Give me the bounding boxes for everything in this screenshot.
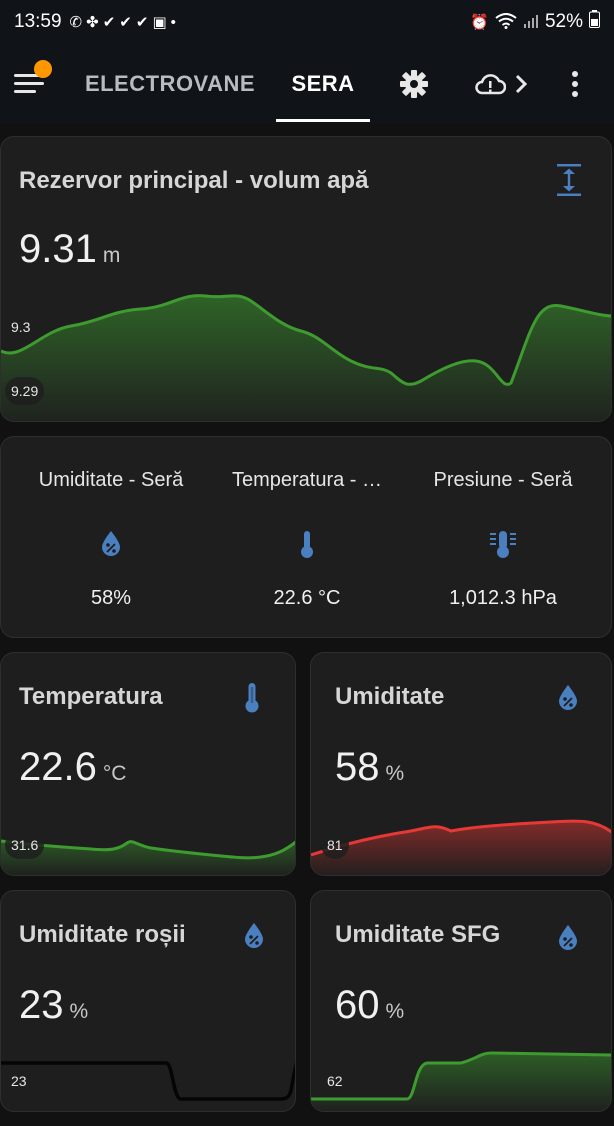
reservoir-value-unit: m [102, 244, 121, 267]
tomato-humidity-axis-label: 23 [5, 1067, 33, 1095]
temperature-axis-label: 31.6 [5, 831, 45, 859]
expand-vertical-icon [555, 163, 583, 202]
wifi-icon [495, 12, 517, 32]
tomato-humidity-value-number: 23 [19, 983, 64, 1027]
alarm-icon: ⏰ [470, 13, 489, 31]
sfg-humidity-value-unit: % [385, 1000, 405, 1023]
teams-icon: ▣ [152, 13, 167, 31]
thermometer-icon [205, 529, 409, 559]
check-icon: ✔ [135, 13, 149, 31]
tomato-humidity-value-unit: % [69, 1000, 89, 1023]
whatsapp-icon: ✆ [69, 13, 83, 31]
status-bar: 13:59 ✆ ✤ ✔ ✔ ✔ ▣ • ⏰ 52% [0, 0, 614, 44]
cloud-alert-icon[interactable] [472, 64, 508, 104]
tomato-humidity-title: Umiditate roșii [19, 921, 186, 948]
humidity-axis-label: 81 [321, 831, 349, 859]
water-percent-icon [557, 923, 579, 956]
sfg-humidity-card[interactable]: Umiditate SFG 60% 62 [310, 890, 612, 1112]
humidity-card[interactable]: Umiditate 58% 81 [310, 652, 612, 876]
humidity-value: 58% [335, 745, 404, 790]
tab-sera[interactable]: SERA [276, 44, 370, 124]
sensor-pressure[interactable]: Presiune - Seră 1,012.3 hPa [401, 437, 605, 637]
battery-percent: 52% [544, 11, 583, 32]
water-percent-icon [557, 683, 579, 716]
active-tab-indicator [276, 119, 370, 122]
tab-electrovane-label: ELECTROVANE [84, 71, 256, 96]
notification-badge [34, 60, 52, 78]
fan-icon: ✤ [86, 13, 99, 31]
temperature-value-number: 22.6 [19, 745, 97, 789]
app-bar: ELECTROVANE SERA [0, 44, 614, 124]
thermometer-icon [243, 681, 261, 718]
tomato-humidity-value: 23% [19, 983, 88, 1028]
humidity-chart [311, 819, 611, 875]
sensor-temperature[interactable]: Temperatura - … 22.6 °C [205, 437, 409, 637]
tomato-humidity-chart-line [1, 1061, 295, 1101]
sensor-temperature-value: 22.6 °C [273, 587, 341, 609]
humidity-title: Umiditate [335, 683, 445, 710]
sfg-humidity-value: 60% [335, 983, 404, 1028]
humidity-value-unit: % [385, 762, 405, 785]
sensors-card: Umiditate - Seră 58% Temperatura - … 22.… [0, 436, 612, 638]
tomato-humidity-card[interactable]: Umiditate roșii 23% 23 [0, 890, 296, 1112]
signal-icon [523, 13, 539, 32]
check-icon: ✔ [119, 13, 132, 31]
chevron-right-icon[interactable] [510, 64, 532, 104]
water-percent-icon [9, 529, 213, 559]
water-percent-icon [243, 921, 265, 954]
reservoir-value-number: 9.31 [19, 227, 97, 271]
reservoir-chart [1, 294, 611, 421]
sfg-humidity-value-number: 60 [335, 983, 380, 1027]
temperature-title: Temperatura [19, 683, 163, 710]
dot-icon: • [170, 13, 176, 31]
battery-icon [589, 10, 600, 34]
menu-icon-line [14, 90, 36, 93]
sensor-humidity[interactable]: Umiditate - Seră 58% [9, 437, 213, 637]
settings-icon[interactable] [394, 64, 434, 104]
more-vert-icon[interactable] [560, 64, 590, 104]
tab-electrovane[interactable]: ELECTROVANE [80, 44, 260, 124]
temperature-chart [1, 839, 295, 875]
check-icon: ✔ [102, 13, 116, 31]
sfg-humidity-axis-label: 62 [321, 1067, 349, 1095]
menu-icon-line [14, 82, 44, 85]
sensor-humidity-value: 58% [90, 587, 132, 609]
tab-sera-label: SERA [291, 71, 355, 96]
sensor-temperature-name: Temperatura - … [231, 469, 383, 491]
sfg-humidity-chart [311, 1051, 611, 1111]
reservoir-axis-bottom: 9.29 [5, 377, 45, 405]
sensor-pressure-name: Presiune - Seră [433, 469, 573, 491]
sensor-humidity-name: Umiditate - Seră [38, 469, 184, 491]
reservoir-title: Rezervor principal - volum apă [19, 167, 369, 194]
reservoir-card[interactable]: Rezervor principal - volum apă 9.31 m 9.3… [0, 136, 612, 422]
tomato-humidity-chart [1, 1061, 295, 1101]
reservoir-value: 9.31 m [19, 227, 120, 272]
sfg-humidity-title: Umiditate SFG [335, 921, 501, 948]
temperature-card[interactable]: Temperatura 22.6 °C 31.6 [0, 652, 296, 876]
humidity-value-number: 58 [335, 745, 380, 789]
temperature-value: 22.6 °C [19, 745, 126, 790]
sensor-pressure-value: 1,012.3 hPa [449, 587, 557, 609]
status-time: 13:59 [14, 11, 62, 32]
temperature-value-unit: °C [102, 762, 127, 785]
menu-button[interactable] [14, 60, 52, 102]
gauge-icon [401, 529, 605, 559]
reservoir-axis-top: 9.3 [5, 313, 37, 341]
